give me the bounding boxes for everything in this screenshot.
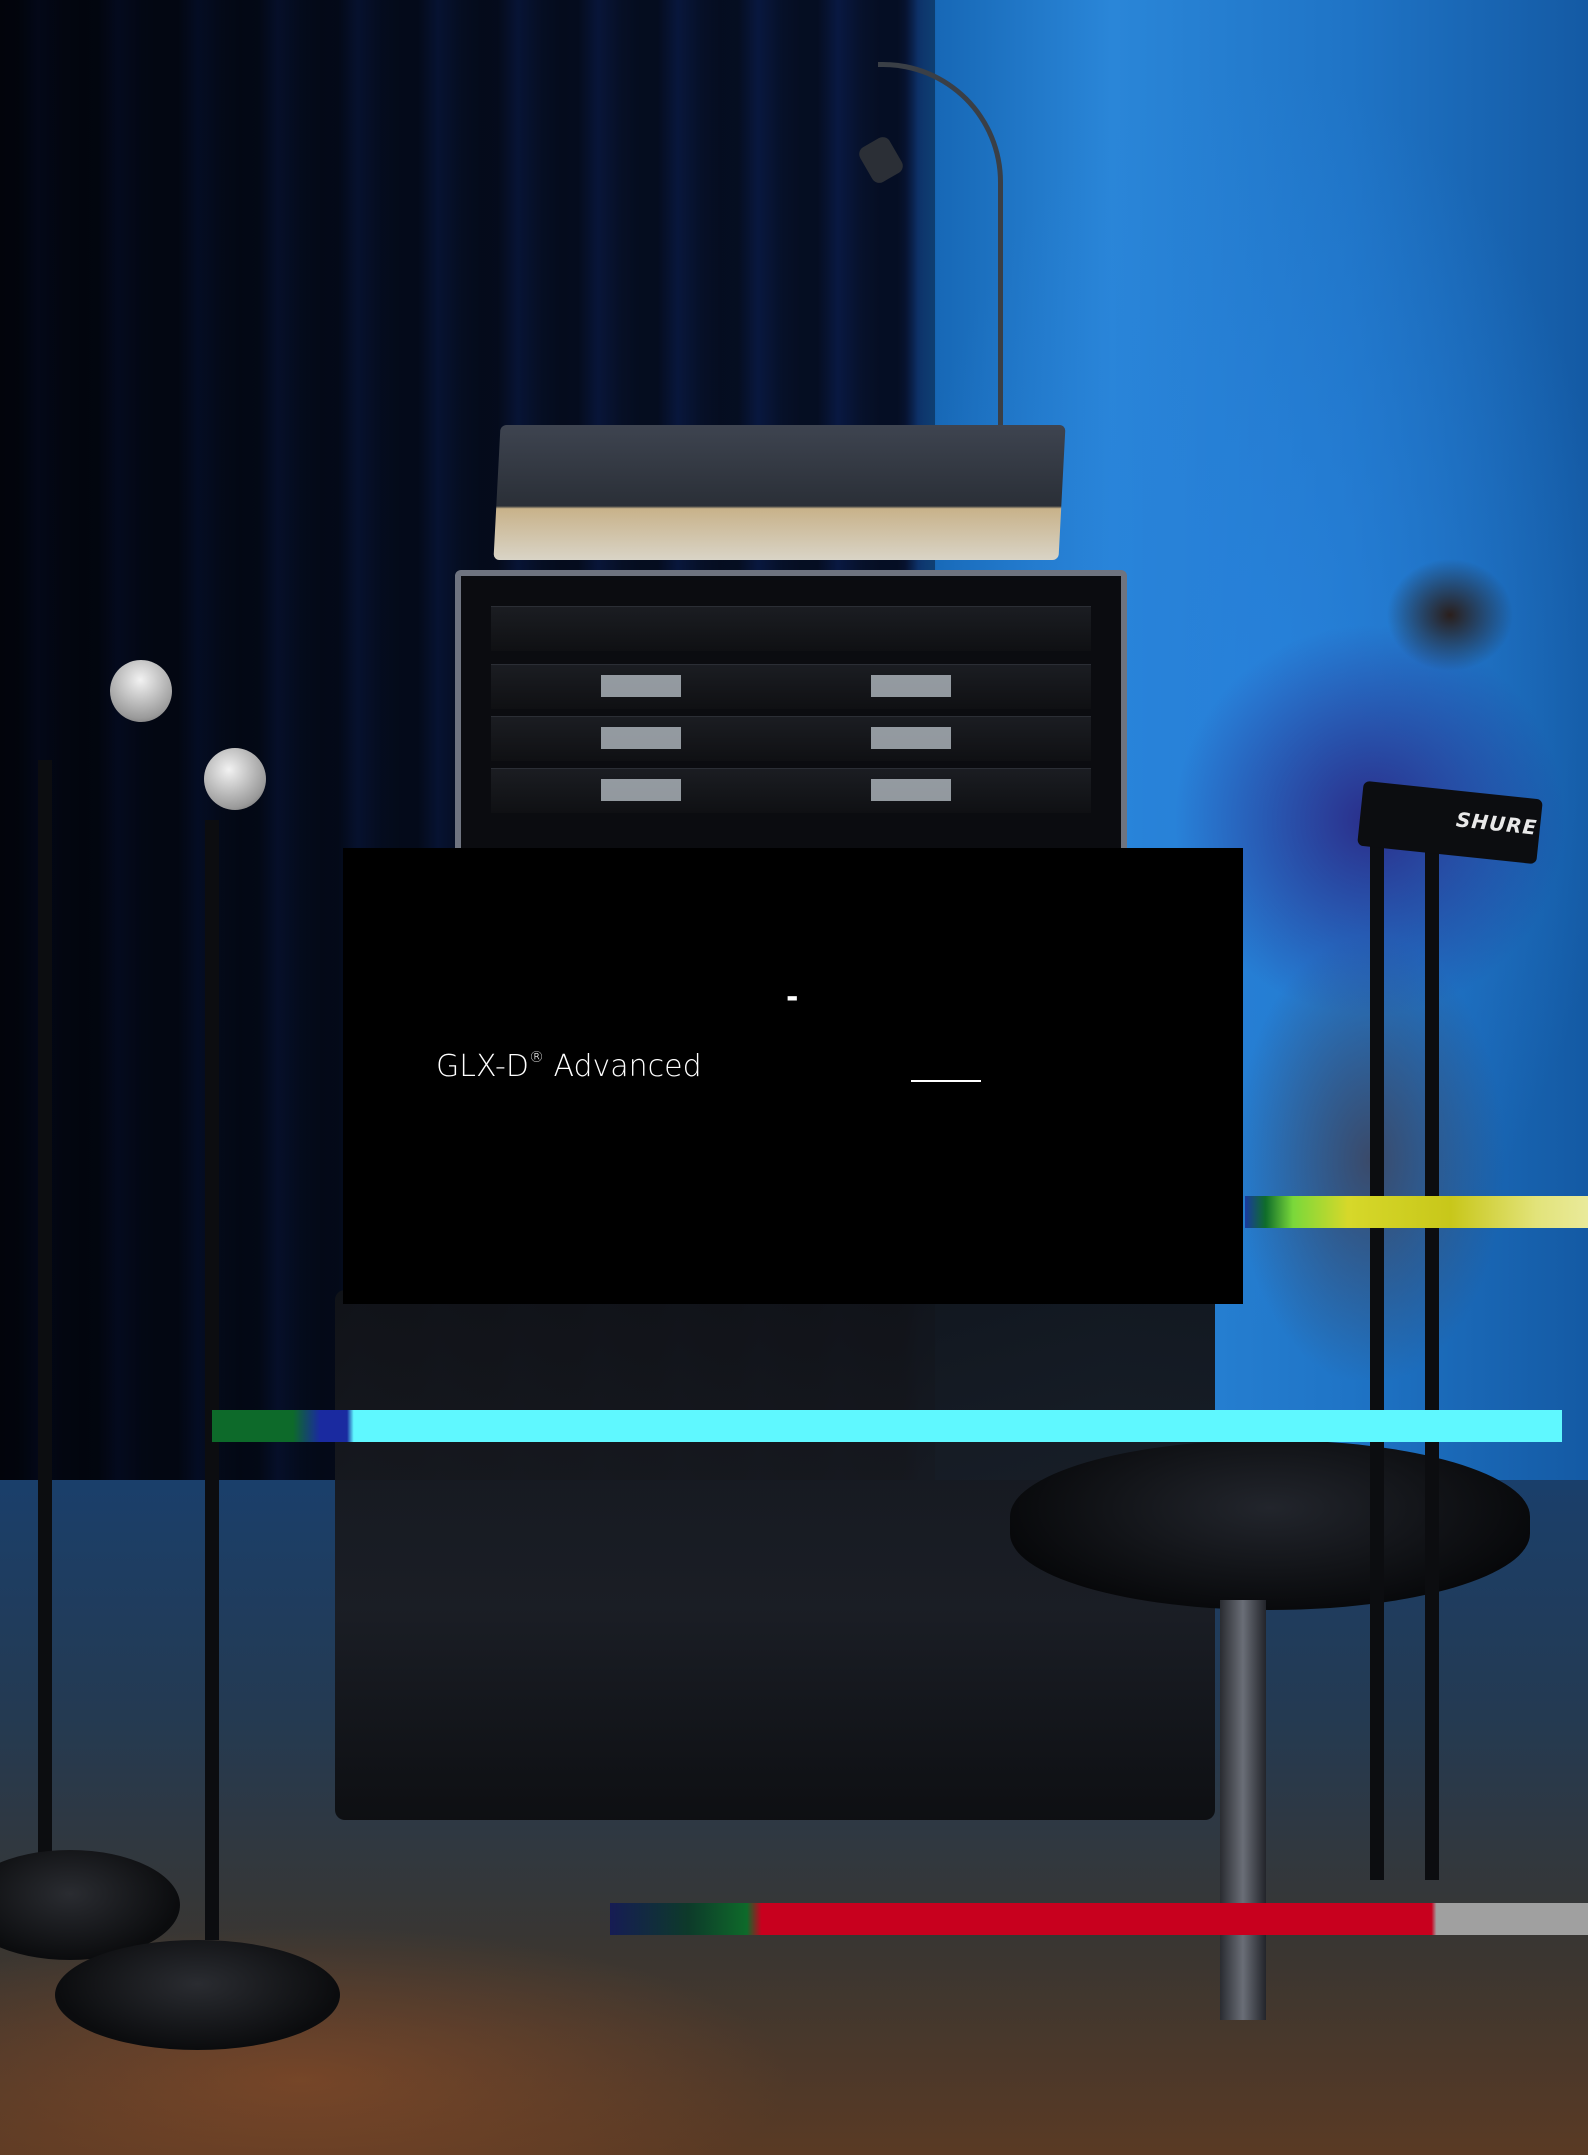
rack-unit [491,606,1091,651]
mixing-console [493,425,1066,560]
receiver-display [871,675,951,697]
microphone-head [204,748,266,810]
product-title: GLX-D® Advanced [436,1048,702,1084]
title-card: - GLX-D® Advanced [343,848,1243,1304]
mic-stand-base [55,1940,340,2050]
receiver-display [601,675,681,697]
receiver-display [601,727,681,749]
receiver-display [871,727,951,749]
gooseneck-lamp [878,62,1003,437]
glitch-bar-yellow [1245,1196,1588,1228]
receiver-display [601,779,681,801]
equipment-rack [455,570,1127,862]
registered-mark: ® [528,1048,544,1066]
card-dash: - [786,980,799,1015]
rack-unit [491,664,1091,709]
card-underline [911,1080,981,1082]
glitch-bar-cyan [212,1410,1562,1442]
rack-unit [491,716,1091,761]
product-title-suffix: Advanced [543,1049,702,1084]
rack-unit [491,768,1091,813]
mic-stand-rear [1370,830,1384,1880]
mic-stand-left [38,760,52,1880]
page: SHURE - GLX-D® Advanced [0,0,1588,2155]
mic-stand-rear [1425,830,1439,1880]
stool-post [1220,1600,1266,2020]
stool-seat [1010,1440,1530,1610]
mic-stand-right [205,820,219,1940]
product-title-name: GLX-D [436,1049,529,1084]
glitch-bar-red [610,1903,1588,1935]
receiver-display [871,779,951,801]
